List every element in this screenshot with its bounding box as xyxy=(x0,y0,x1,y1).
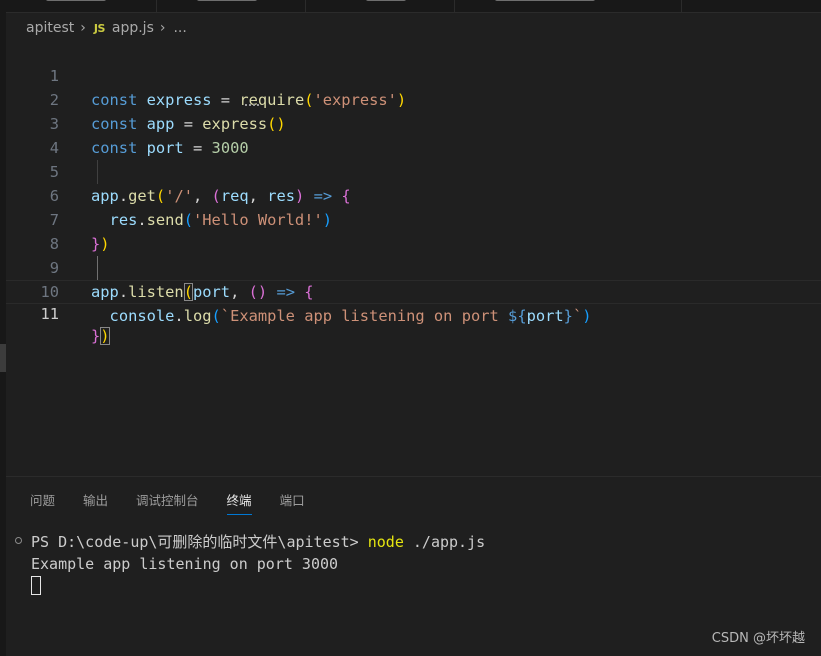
editor-tab[interactable] xyxy=(6,0,157,12)
breadcrumb-more[interactable]: ... xyxy=(173,20,186,36)
tab-debug-console[interactable]: 调试控制台 xyxy=(136,490,199,515)
code-line[interactable]: 7 }) xyxy=(6,184,821,253)
tab-ports[interactable]: 端口 xyxy=(280,490,305,515)
editor-tab[interactable] xyxy=(455,0,682,12)
code-line[interactable]: 5 app.get('/', (req, res) => { xyxy=(6,136,821,205)
code-editor[interactable]: 1 const express = require('express') 2 c… xyxy=(6,40,821,470)
terminal-prompt-line: PS D:\code-up\可删除的临时文件\apitest> node ./a… xyxy=(31,531,485,553)
breadcrumb-folder[interactable]: apitest xyxy=(26,20,74,36)
javascript-file-icon: JS xyxy=(93,21,106,35)
watermark: CSDN @坏坏越 xyxy=(711,631,805,646)
editor-tab[interactable] xyxy=(306,0,455,12)
chevron-right-icon: › xyxy=(159,20,166,36)
code-line[interactable]: 9 app.listen(port, () => { xyxy=(6,232,821,301)
editor-tab[interactable] xyxy=(157,0,306,12)
terminal-cursor xyxy=(31,576,41,595)
code-line[interactable]: 4 xyxy=(6,112,821,157)
code-text[interactable]: }) xyxy=(91,325,110,347)
editor-tab-strip[interactable] xyxy=(6,0,821,13)
terminal-args: ./app.js xyxy=(403,533,486,551)
code-line-current[interactable]: 11 }) xyxy=(6,280,821,345)
panel-tab-bar: 问题 输出 调试控制台 终端 端口 xyxy=(30,490,333,515)
terminal-command: node xyxy=(367,533,404,551)
breadcrumb-file[interactable]: app.js xyxy=(112,20,154,36)
code-line[interactable]: 1 const express = require('express') xyxy=(6,40,821,109)
code-line[interactable]: 6 res.send('Hello World!') xyxy=(6,160,821,229)
command-decoration-icon[interactable] xyxy=(15,537,22,544)
tab-output[interactable]: 输出 xyxy=(83,490,108,515)
tab-terminal[interactable]: 终端 xyxy=(226,490,252,515)
code-line[interactable]: 3 const port = 3000 xyxy=(6,88,821,157)
chevron-right-icon: › xyxy=(80,20,86,36)
line-number-active: 11 xyxy=(40,305,59,323)
code-text[interactable]: console.log(`Example app listening on po… xyxy=(91,304,592,328)
breadcrumb: apitest › JS app.js › ... xyxy=(26,17,187,39)
terminal-prompt: PS D:\code-up\可删除的临时文件\apitest> xyxy=(31,533,368,551)
code-line[interactable]: 10 console.log(`Example app listening on… xyxy=(6,256,821,325)
terminal-output: Example app listening on port 3000 xyxy=(31,555,339,573)
tab-problems[interactable]: 问题 xyxy=(30,490,55,515)
bottom-panel: 问题 输出 调试控制台 终端 端口 PS D:\code-up\可删除的临时文件… xyxy=(6,476,821,656)
code-line[interactable]: 8 xyxy=(6,208,821,253)
code-line[interactable]: 2 const app = express() xyxy=(6,64,821,133)
